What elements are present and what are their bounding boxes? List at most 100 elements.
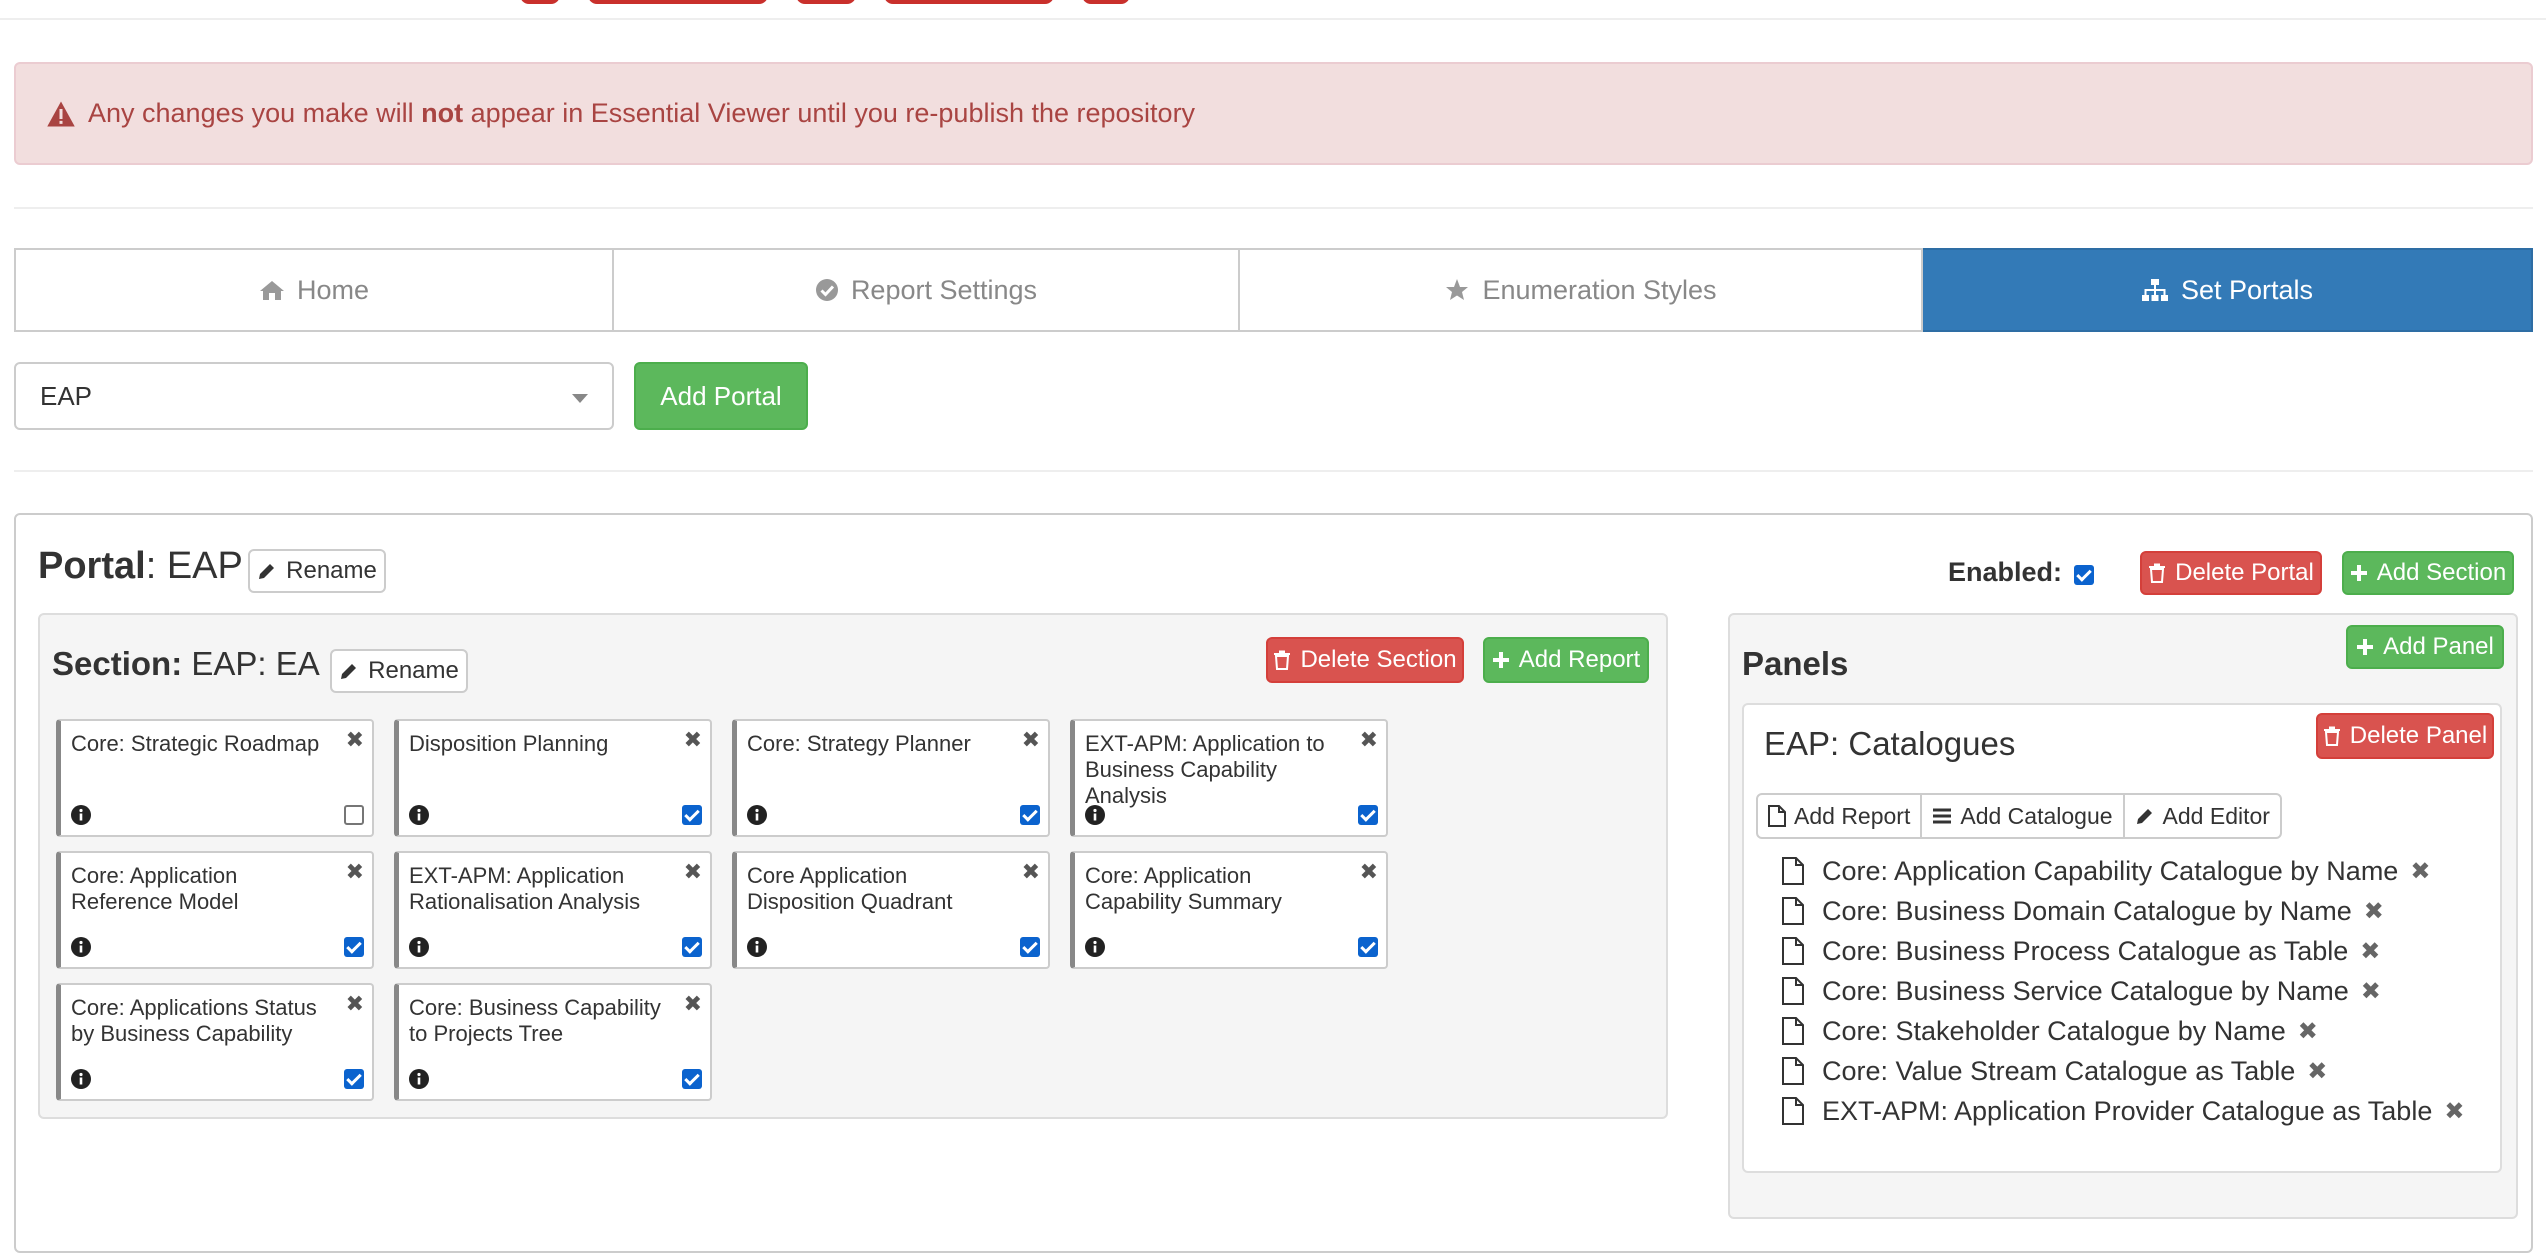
pencil-icon xyxy=(2136,809,2152,824)
info-icon[interactable] xyxy=(71,805,91,825)
plus-icon xyxy=(2357,639,2374,655)
remove-icon[interactable]: ✖ xyxy=(1022,859,1040,885)
remove-icon[interactable]: ✖ xyxy=(2444,1097,2464,1126)
tab-report-settings[interactable]: Report Settings xyxy=(614,248,1240,332)
info-icon[interactable] xyxy=(71,937,91,957)
pencil-icon xyxy=(341,664,357,679)
panel-actions: Add Report Add Catalogue Add Editor xyxy=(1756,793,2282,839)
report-enabled-checkbox[interactable] xyxy=(1020,805,1040,825)
rename-section-button[interactable]: Rename xyxy=(330,649,468,693)
remove-icon[interactable]: ✖ xyxy=(2307,1057,2327,1086)
remove-icon[interactable]: ✖ xyxy=(346,727,364,753)
report-card[interactable]: Core: Strategic Roadmap ✖ xyxy=(56,719,374,837)
page-header-cut xyxy=(0,0,2546,20)
file-icon xyxy=(1782,1057,1804,1085)
report-enabled-checkbox[interactable] xyxy=(1020,937,1040,957)
report-card[interactable]: Core: Application Capability Summary ✖ xyxy=(1070,851,1388,969)
remove-icon[interactable]: ✖ xyxy=(684,727,702,753)
remove-icon[interactable]: ✖ xyxy=(2410,857,2430,886)
add-panel-button[interactable]: Add Panel xyxy=(2346,625,2504,669)
file-icon xyxy=(1768,805,1786,827)
panel-report-list: Core: Application Capability Catalogue b… xyxy=(1782,851,2464,1131)
panel-add-report-button[interactable]: Add Report xyxy=(1758,795,1920,837)
report-card[interactable]: Core: Applications Status by Business Ca… xyxy=(56,983,374,1101)
tab-enumeration-styles[interactable]: Enumeration Styles xyxy=(1240,248,1923,332)
report-enabled-checkbox[interactable] xyxy=(1358,805,1378,825)
remove-icon[interactable]: ✖ xyxy=(346,991,364,1017)
report-enabled-checkbox[interactable] xyxy=(344,937,364,957)
add-catalogue-button[interactable]: Add Catalogue xyxy=(1920,795,2122,837)
report-card[interactable]: EXT-APM: Application Rationalisation Ana… xyxy=(394,851,712,969)
list-item: EXT-APM: Application Provider Catalogue … xyxy=(1782,1091,2464,1131)
report-card[interactable]: EXT-APM: Application to Business Capabil… xyxy=(1070,719,1388,837)
add-editor-button[interactable]: Add Editor xyxy=(2122,795,2280,837)
check-circle-icon xyxy=(815,279,838,301)
divider xyxy=(14,470,2533,472)
file-icon xyxy=(1782,897,1804,925)
panels-title: Panels xyxy=(1742,645,1849,682)
remove-icon[interactable]: ✖ xyxy=(684,991,702,1017)
report-card[interactable]: Core: Application Reference Model ✖ xyxy=(56,851,374,969)
add-section-button[interactable]: Add Section xyxy=(2342,551,2514,595)
report-enabled-checkbox[interactable] xyxy=(344,1069,364,1089)
portal-select[interactable]: EAP xyxy=(14,362,614,430)
delete-section-button[interactable]: Delete Section xyxy=(1266,637,1464,683)
report-enabled-checkbox[interactable] xyxy=(682,937,702,957)
list-item: Core: Business Process Catalogue as Tabl… xyxy=(1782,931,2464,971)
section-title: Section: EAP: EA xyxy=(52,645,320,682)
plus-icon xyxy=(1492,652,1509,668)
info-icon[interactable] xyxy=(409,1069,429,1089)
report-enabled-checkbox[interactable] xyxy=(682,1069,702,1089)
alert-text: Any changes you make will not appear in … xyxy=(88,98,1196,128)
remove-icon[interactable]: ✖ xyxy=(2361,977,2381,1006)
section-panel: Section: EAP: EA Rename Delete Section A… xyxy=(38,613,1668,1119)
report-card[interactable]: Disposition Planning ✖ xyxy=(394,719,712,837)
tab-set-portals[interactable]: Set Portals xyxy=(1923,248,2533,332)
list-item: Core: Value Stream Catalogue as Table ✖ xyxy=(1782,1051,2464,1091)
info-icon[interactable] xyxy=(409,937,429,957)
info-icon[interactable] xyxy=(747,805,767,825)
info-icon[interactable] xyxy=(409,805,429,825)
info-icon[interactable] xyxy=(1085,805,1105,825)
report-enabled-checkbox[interactable] xyxy=(682,805,702,825)
divider xyxy=(14,207,2533,209)
info-icon[interactable] xyxy=(747,937,767,957)
report-card[interactable]: Core Application Disposition Quadrant ✖ xyxy=(732,851,1050,969)
sitemap-icon xyxy=(2141,279,2168,301)
remove-icon[interactable]: ✖ xyxy=(1360,859,1378,885)
remove-icon[interactable]: ✖ xyxy=(1360,727,1378,753)
remove-icon[interactable]: ✖ xyxy=(2298,1017,2318,1046)
remove-icon[interactable]: ✖ xyxy=(2360,937,2380,966)
info-icon[interactable] xyxy=(71,1069,91,1089)
report-enabled-checkbox[interactable] xyxy=(1358,937,1378,957)
list-icon xyxy=(1933,808,1952,824)
rename-portal-button[interactable]: Rename xyxy=(248,549,386,593)
trash-icon xyxy=(2323,726,2340,746)
portal-panel: Portal: EAP Rename Enabled: Delete Porta… xyxy=(14,513,2533,1253)
report-card[interactable]: Core: Business Capability to Projects Tr… xyxy=(394,983,712,1101)
trash-icon xyxy=(1274,650,1291,670)
list-item: Core: Application Capability Catalogue b… xyxy=(1782,851,2464,891)
remove-icon[interactable]: ✖ xyxy=(2364,897,2384,926)
report-card[interactable]: Core: Strategy Planner ✖ xyxy=(732,719,1050,837)
remove-icon[interactable]: ✖ xyxy=(346,859,364,885)
delete-portal-button[interactable]: Delete Portal xyxy=(2140,551,2322,595)
remove-icon[interactable]: ✖ xyxy=(684,859,702,885)
plus-icon xyxy=(2350,565,2367,581)
file-icon xyxy=(1782,1097,1804,1125)
warning-icon xyxy=(47,101,75,126)
delete-panel-button[interactable]: Delete Panel xyxy=(2316,713,2494,759)
file-icon xyxy=(1782,977,1804,1005)
remove-icon[interactable]: ✖ xyxy=(1022,727,1040,753)
pencil-icon xyxy=(259,564,275,579)
report-enabled-checkbox[interactable] xyxy=(344,805,364,825)
add-portal-button[interactable]: Add Portal xyxy=(634,362,808,430)
file-icon xyxy=(1782,1017,1804,1045)
portal-enabled-checkbox[interactable] xyxy=(2074,565,2094,585)
list-item: Core: Business Domain Catalogue by Name … xyxy=(1782,891,2464,931)
add-report-button[interactable]: Add Report xyxy=(1483,637,1649,683)
star-icon xyxy=(1446,279,1469,300)
chevron-down-icon xyxy=(572,394,588,403)
tab-home[interactable]: Home xyxy=(14,248,614,332)
info-icon[interactable] xyxy=(1085,937,1105,957)
